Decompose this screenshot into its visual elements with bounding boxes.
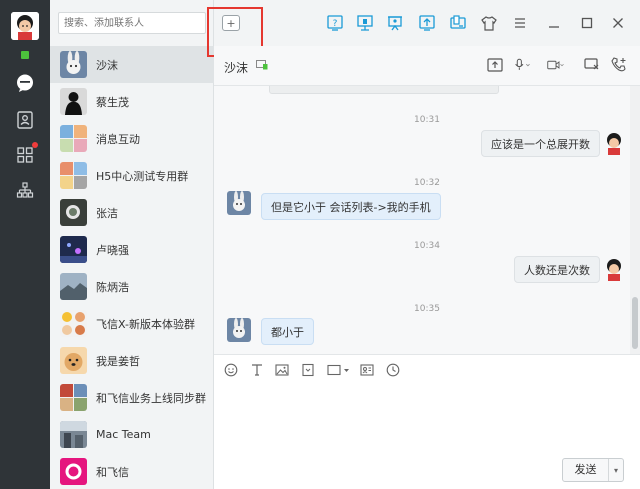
org-tree-icon[interactable] bbox=[14, 179, 36, 201]
contact-item[interactable]: 张洁 bbox=[50, 194, 214, 231]
contact-avatar bbox=[60, 88, 87, 115]
contact-name: 和飞信业务上线同步群 bbox=[96, 391, 206, 405]
chat-bubble-icon[interactable] bbox=[14, 72, 36, 94]
skin-shirt-icon[interactable] bbox=[480, 14, 498, 32]
message-bubble-mine: 人数还是次数 bbox=[514, 256, 600, 283]
contact-avatar bbox=[60, 310, 87, 337]
device-icon[interactable] bbox=[449, 14, 467, 32]
message-bubble-contact: 但是它小于 会话列表->我的手机 bbox=[261, 193, 441, 220]
menu-icon[interactable] bbox=[511, 14, 529, 32]
contact-item[interactable]: H5中心测试专用群 bbox=[50, 157, 214, 194]
maximize-icon[interactable] bbox=[578, 14, 596, 32]
contact-item[interactable]: 蔡生茂 bbox=[50, 83, 214, 120]
contact-avatar bbox=[60, 347, 87, 374]
contact-name: 张洁 bbox=[96, 206, 118, 220]
contact-name: 我是姜哲 bbox=[96, 354, 140, 368]
contact-name: 蔡生茂 bbox=[96, 95, 129, 109]
contacts-panel: 沙沫蔡生茂消息互动 H5中心测试专用群张洁卢晓强陈炳浩飞信X-新版本体验群我是姜哲… bbox=[50, 0, 214, 489]
message-bubble-mine: 应该是一个总展开数 bbox=[481, 130, 600, 157]
send-button[interactable]: 发送 ▾ bbox=[562, 458, 624, 482]
contact-name: 沙沫 bbox=[96, 58, 118, 72]
chat-title: 沙沫 bbox=[224, 61, 249, 75]
contact-item[interactable]: 卢晓强 bbox=[50, 231, 214, 268]
message-area: 10:31 应该是一个总展开数 10:32 但是它小于 会话列表->我的手机 1… bbox=[214, 86, 640, 354]
screen-cast-icon[interactable] bbox=[583, 56, 601, 74]
my-message-avatar bbox=[602, 257, 626, 281]
left-rail bbox=[0, 0, 50, 489]
contact-avatar bbox=[60, 384, 87, 411]
presentation-icon[interactable] bbox=[386, 14, 404, 32]
contact-item[interactable]: 和飞信业务上线同步群 bbox=[50, 379, 214, 416]
screen-share-icon[interactable] bbox=[356, 14, 374, 32]
contact-name: 消息互动 bbox=[96, 132, 140, 146]
contact-avatar bbox=[60, 458, 87, 485]
help-icon[interactable]: ? bbox=[326, 14, 344, 32]
message-bubble-partial bbox=[269, 86, 499, 94]
close-icon[interactable] bbox=[609, 14, 627, 32]
send-button-label[interactable]: 发送 bbox=[563, 459, 609, 481]
contact-message-avatar bbox=[227, 318, 251, 342]
contact-item[interactable]: 和飞信 bbox=[50, 453, 214, 489]
contact-avatar bbox=[60, 199, 87, 226]
search-input[interactable] bbox=[58, 12, 206, 34]
message-scrollbar-thumb[interactable] bbox=[632, 297, 638, 349]
add-call-icon[interactable] bbox=[610, 56, 628, 74]
message-time: 10:35 bbox=[414, 304, 440, 314]
contact-name: 卢晓强 bbox=[96, 243, 129, 257]
contact-avatar bbox=[60, 421, 87, 448]
contact-name: H5中心测试专用群 bbox=[96, 169, 189, 183]
contact-item[interactable]: 沙沫 bbox=[50, 46, 214, 83]
input-toolbar bbox=[214, 354, 640, 384]
contact-item[interactable]: 消息互动 bbox=[50, 120, 214, 157]
upload-icon[interactable] bbox=[418, 14, 436, 32]
contact-name: 飞信X-新版本体验群 bbox=[96, 317, 195, 331]
device-status-icon bbox=[256, 60, 268, 70]
contact-avatar bbox=[60, 273, 87, 300]
message-bubble-contact: 都小于 bbox=[261, 318, 314, 345]
message-time: 10:32 bbox=[414, 178, 440, 188]
image-icon[interactable] bbox=[275, 363, 289, 377]
font-format-icon[interactable] bbox=[250, 363, 264, 377]
svg-text:?: ? bbox=[333, 19, 338, 29]
contact-avatar bbox=[60, 51, 87, 78]
voice-call-icon[interactable] bbox=[514, 56, 532, 74]
online-status-indicator bbox=[21, 51, 29, 59]
message-time: 10:34 bbox=[414, 241, 440, 251]
contact-list: 沙沫蔡生茂消息互动 H5中心测试专用群 张洁卢晓强陈炳浩飞信X-新版本体验群 我是姜哲… bbox=[50, 46, 214, 489]
contact-item[interactable]: 飞信X-新版本体验群 bbox=[50, 305, 214, 342]
my-message-avatar bbox=[602, 131, 626, 155]
minimize-icon[interactable] bbox=[545, 14, 563, 32]
contact-avatar bbox=[60, 162, 87, 189]
apps-grid-icon[interactable] bbox=[14, 142, 38, 166]
emoji-icon[interactable] bbox=[224, 363, 238, 377]
contact-item[interactable]: 我是姜哲 bbox=[50, 342, 214, 379]
send-options-dropdown[interactable]: ▾ bbox=[609, 466, 623, 475]
contact-item[interactable]: Mac Team bbox=[50, 416, 214, 453]
contacts-book-icon[interactable] bbox=[14, 109, 36, 131]
contact-avatar bbox=[60, 236, 87, 263]
my-avatar[interactable] bbox=[11, 12, 39, 40]
contact-item[interactable]: 陈炳浩 bbox=[50, 268, 214, 305]
history-clock-icon[interactable] bbox=[386, 363, 400, 377]
file-icon[interactable] bbox=[301, 363, 315, 377]
contact-name: 和飞信 bbox=[96, 465, 129, 479]
contact-name: Mac Team bbox=[96, 428, 151, 441]
contact-avatar bbox=[60, 125, 87, 152]
contact-card-icon[interactable] bbox=[360, 363, 374, 377]
contact-name: 陈炳浩 bbox=[96, 280, 129, 294]
screenshot-icon[interactable] bbox=[327, 363, 353, 377]
contact-message-avatar bbox=[227, 191, 251, 215]
notification-badge bbox=[32, 142, 38, 148]
message-time: 10:31 bbox=[414, 115, 440, 125]
video-call-icon[interactable] bbox=[547, 56, 565, 74]
send-file-icon[interactable] bbox=[486, 56, 504, 74]
chat-header: 沙沫 bbox=[214, 46, 640, 86]
